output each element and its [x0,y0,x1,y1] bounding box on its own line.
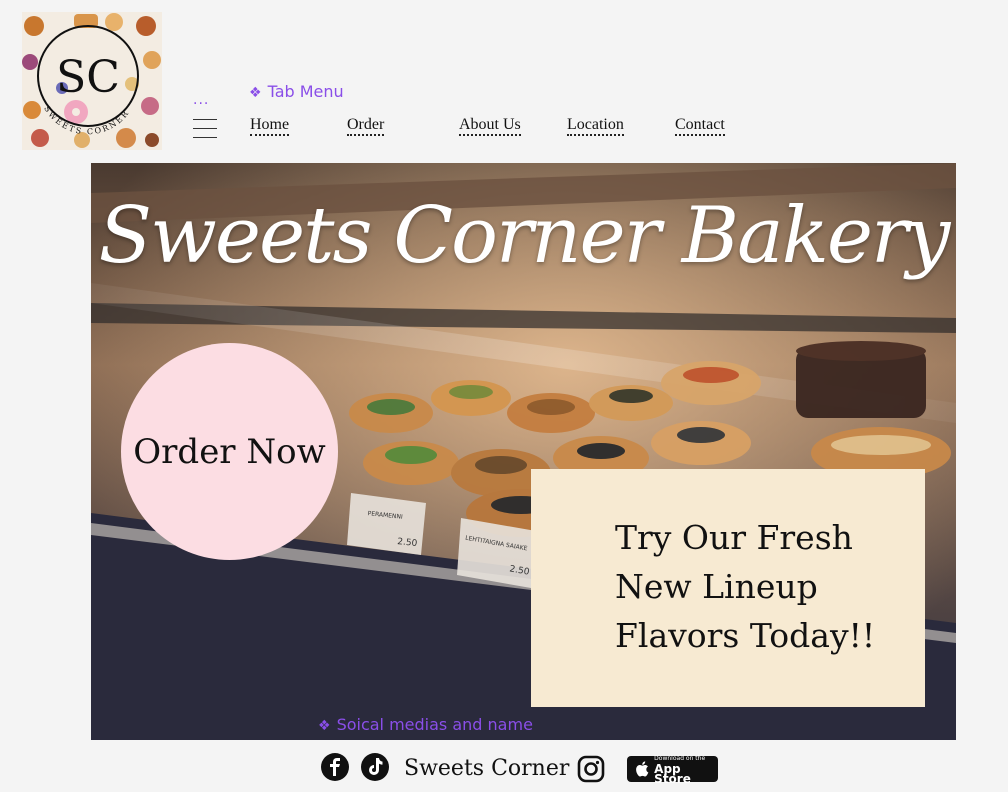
nav-about-us[interactable]: About Us [459,116,521,136]
price-tag: PERAMENNI 2.50 [347,493,426,555]
social-annotation: ❖ Soical medias and name [318,715,533,734]
tab-menu-annotation: ❖ Tab Menu [249,82,344,101]
order-now-label: Order Now [133,431,326,472]
hero-banner: PERAMENNI 2.50 LEHTITAIGNA SAIAKE 2.50 S… [91,163,956,740]
svg-text:SC: SC [56,52,120,103]
promo-text: Try Our Fresh New Lineup Flavors Today!! [615,513,875,660]
hero-title: Sweets Corner Bakery [98,191,951,281]
brand-logo[interactable]: SC SWEETS CORNER [22,12,162,150]
nav-order[interactable]: Order [347,116,385,136]
nav-location[interactable]: Location [567,116,624,136]
promo-box: Try Our Fresh New Lineup Flavors Today!! [531,469,925,707]
more-options-dots[interactable]: ... [193,92,209,108]
tiktok-icon[interactable] [361,753,389,781]
promo-line: Flavors Today!! [615,616,876,655]
diamond-icon: ❖ [318,718,331,734]
nav-home[interactable]: Home [250,116,290,136]
order-now-button[interactable]: Order Now [121,343,338,560]
diamond-icon: ❖ [249,85,262,101]
app-store-big-text: App Store [654,762,691,786]
nav-contact[interactable]: Contact [675,116,725,136]
app-store-badge[interactable]: Download on the App Store [627,755,718,786]
hamburger-menu-icon[interactable] [193,119,217,139]
promo-line: New Lineup [615,567,818,606]
instagram-icon[interactable] [577,755,605,783]
apple-icon [636,761,649,777]
logo-art: SC SWEETS CORNER [22,12,162,150]
footer-brand-name: Sweets Corner [404,756,570,781]
promo-line: Try Our Fresh [615,518,853,557]
facebook-icon[interactable] [321,753,349,781]
svg-text:2.50: 2.50 [397,537,418,549]
